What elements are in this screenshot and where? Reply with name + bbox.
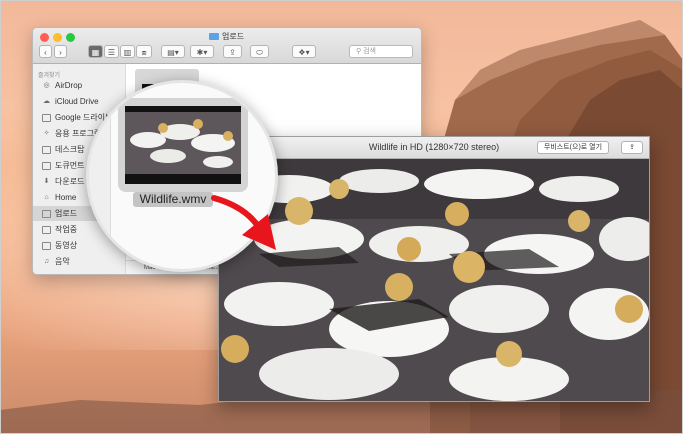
red-arrow-indicator: [211, 195, 276, 250]
